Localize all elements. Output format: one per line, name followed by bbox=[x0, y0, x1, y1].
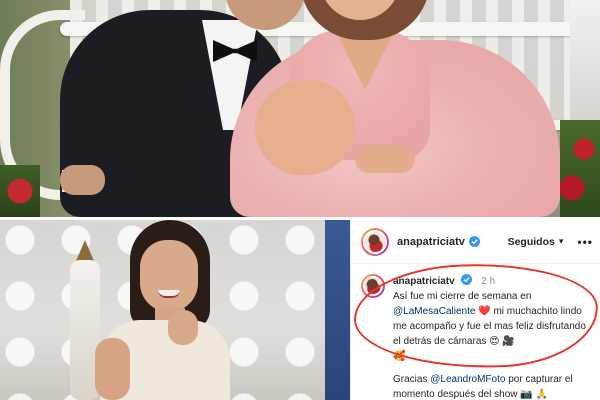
tv-host-photo bbox=[0, 220, 350, 400]
instagram-post-panel: anapatriciatv Seguidos ▾ ••• anapatricia… bbox=[350, 220, 600, 400]
bench-post bbox=[570, 0, 600, 120]
caption-first-paragraph: anapatriciatv 2 h Así fue mi cierre de s… bbox=[393, 274, 593, 364]
rose-bush-left bbox=[0, 165, 40, 217]
caption-username[interactable]: anapatriciatv bbox=[393, 276, 455, 287]
post-time[interactable]: 2 h bbox=[481, 276, 495, 287]
heart-eyes-camera-icon: 😍 🎥 bbox=[489, 336, 515, 347]
caption-text-2a: Gracias bbox=[393, 374, 428, 385]
camera-pray-icon: 📷 🙏 bbox=[520, 389, 548, 400]
following-button[interactable]: Seguidos ▾ bbox=[508, 236, 564, 248]
studio-blue-panel bbox=[325, 220, 350, 400]
mention-leandromfoto[interactable]: @LeandroMFoto bbox=[430, 374, 505, 385]
post-caption: anapatriciatv 2 h Así fue mi cierre de s… bbox=[351, 274, 600, 400]
caption-avatar-image bbox=[363, 276, 383, 296]
caption-row: anapatriciatv 2 h Así fue mi cierre de s… bbox=[361, 274, 593, 400]
man-hand bbox=[60, 165, 105, 195]
following-label: Seguidos bbox=[507, 235, 555, 248]
more-dots-icon[interactable]: ••• bbox=[577, 235, 593, 249]
caption-verified-icon bbox=[461, 274, 473, 285]
chevron-down-icon: ▾ bbox=[558, 236, 564, 246]
rose-bush-right bbox=[560, 120, 600, 217]
caption-text-1a: Así fue mi cierre de semana en bbox=[393, 291, 532, 302]
post-header: anapatriciatv Seguidos ▾ ••• bbox=[351, 220, 600, 264]
couple-photo bbox=[0, 0, 600, 217]
verified-badge-icon bbox=[468, 236, 480, 247]
header-username[interactable]: anapatriciatv bbox=[397, 236, 465, 248]
caption-body: anapatriciatv 2 h Así fue mi cierre de s… bbox=[393, 274, 593, 400]
mention-lamesacaliente[interactable]: @LaMesaCaliente bbox=[393, 306, 475, 317]
smiling-hearts-icon: 🥰 bbox=[393, 351, 406, 362]
host-arm bbox=[95, 338, 130, 400]
caption-avatar[interactable] bbox=[361, 274, 385, 298]
host-face bbox=[140, 240, 198, 312]
host-hand bbox=[168, 310, 198, 345]
caption-second-paragraph: Gracias @LeandroMFoto por capturar el mo… bbox=[393, 372, 593, 400]
woman-hand bbox=[355, 145, 415, 173]
heart-icon: ❤️ bbox=[478, 306, 491, 317]
avatar-image bbox=[363, 229, 387, 254]
profile-avatar[interactable] bbox=[361, 228, 389, 256]
